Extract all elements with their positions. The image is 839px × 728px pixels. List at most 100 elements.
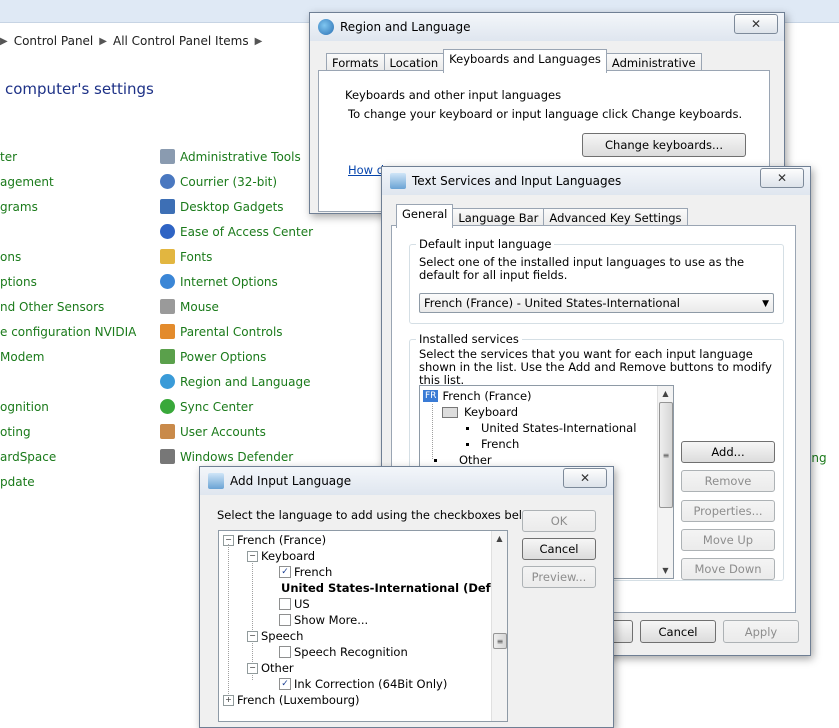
cp-item-internet-options[interactable]: Internet Options (160, 274, 278, 289)
cp-item-left-10[interactable]: oting (0, 425, 31, 439)
tab-keyboards-languages[interactable]: Keyboards and Languages (443, 49, 607, 73)
cancel-button[interactable]: Cancel (522, 538, 596, 560)
cp-item-left-5[interactable]: ptions (0, 275, 37, 289)
region-title: Region and Language (340, 20, 471, 34)
apply-button[interactable]: Apply (723, 620, 799, 643)
keyboards-group-title: Keyboards and other input languages (345, 88, 562, 102)
tree-item-french-france[interactable]: − French (France) (223, 533, 326, 547)
cp-item-region-language[interactable]: Region and Language (160, 374, 311, 389)
page-title: computer's settings (5, 80, 154, 98)
text-services-cancel-button[interactable]: Cancel (640, 620, 716, 643)
cp-item-left-11[interactable]: ardSpace (0, 450, 56, 464)
chevron-right-icon: ▶ (0, 35, 8, 47)
chevron-down-icon: ▼ (762, 299, 769, 309)
cp-item-fonts[interactable]: Fonts (160, 249, 212, 264)
add-button[interactable]: Add... (681, 441, 775, 463)
courrier-icon (160, 174, 175, 189)
cp-item-left-4[interactable]: ons (0, 250, 21, 264)
chevron-right-icon: ▶ (254, 35, 263, 47)
keyboards-group: Keyboards and other input languages To c… (336, 88, 756, 175)
tree-item-kb-french[interactable]: ✓ French (279, 565, 332, 579)
keyboard-icon (208, 473, 224, 489)
move-down-button[interactable]: Move Down (681, 558, 775, 580)
cp-item-left-9[interactable]: ognition (0, 400, 49, 414)
move-up-button[interactable]: Move Up (681, 529, 775, 551)
tree-item-kb-show-more[interactable]: Show More... (279, 613, 368, 627)
cp-item-left-2[interactable]: agement (0, 175, 54, 189)
tree-item-other[interactable]: Other (434, 453, 492, 467)
globe-icon (160, 374, 175, 389)
tree-item-kb-us[interactable]: US (279, 597, 310, 611)
cp-item-left-3[interactable]: grams (0, 200, 38, 214)
installed-tree-scrollbar[interactable]: ▲ ≡ ▼ (657, 386, 673, 578)
tree-item-keyboard[interactable]: Keyboard (442, 405, 518, 419)
cp-item-left-8[interactable]: Modem (0, 350, 44, 364)
tree-item-speech-recognition[interactable]: Speech Recognition (279, 645, 408, 659)
cp-item-left-6[interactable]: nd Other Sensors (0, 300, 104, 314)
checkbox-unchecked[interactable] (279, 646, 291, 658)
scroll-up-icon[interactable]: ▲ (658, 386, 673, 401)
cp-item-left-7[interactable]: e configuration NVIDIA (0, 325, 136, 339)
cp-item-left-12[interactable]: pdate (0, 475, 35, 489)
tree-item-french-france[interactable]: FR French (France) (423, 389, 532, 403)
language-tree-scrollbar[interactable]: ▲ ≡ (491, 531, 507, 721)
checkbox-checked[interactable]: ✓ (279, 566, 291, 578)
scroll-thumb[interactable]: ≡ (493, 633, 507, 649)
cp-item-ease-of-access[interactable]: Ease of Access Center (160, 224, 313, 239)
cp-item-sync-center[interactable]: Sync Center (160, 399, 253, 414)
expand-icon[interactable]: + (223, 694, 234, 706)
tree-item-us-international[interactable]: United States-International (466, 421, 636, 435)
default-language-select[interactable]: French (France) - United States-Internat… (419, 293, 774, 313)
checkbox-unchecked[interactable] (279, 614, 291, 626)
tree-item-kb-us-international[interactable]: United States-International (Default) (281, 581, 507, 595)
installed-services-title: Installed services (416, 332, 522, 346)
cp-item-mouse[interactable]: Mouse (160, 299, 219, 314)
tree-item-speech[interactable]: − Speech (247, 629, 303, 643)
parental-controls-icon (160, 324, 175, 339)
tree-line (228, 544, 229, 704)
cp-item-windows-defender[interactable]: Windows Defender (160, 449, 293, 464)
text-services-titlebar: Text Services and Input Languages (382, 167, 810, 195)
keyboards-instruction: To change your keyboard or input languag… (348, 107, 743, 121)
remove-button[interactable]: Remove (681, 470, 775, 492)
scroll-thumb[interactable]: ≡ (659, 402, 673, 508)
change-keyboards-button[interactable]: Change keyboards... (582, 133, 746, 157)
tree-item-french-luxembourg[interactable]: + French (Luxembourg) (223, 693, 360, 707)
breadcrumb-all-items[interactable]: All Control Panel Items (113, 34, 249, 48)
cp-item-desktop-gadgets[interactable]: Desktop Gadgets (160, 199, 284, 214)
ease-of-access-icon (160, 224, 175, 239)
scroll-down-icon[interactable]: ▼ (658, 563, 673, 578)
tree-item-ink-correction[interactable]: ✓ Ink Correction (64Bit Only) (279, 677, 447, 691)
text-services-close-button[interactable]: ✕ (760, 168, 804, 188)
region-close-button[interactable]: ✕ (734, 14, 778, 34)
checkbox-unchecked[interactable] (279, 598, 291, 610)
checkbox-checked[interactable]: ✓ (279, 678, 291, 690)
add-language-close-button[interactable]: ✕ (563, 468, 607, 488)
tree-item-french-layout[interactable]: French (466, 437, 519, 451)
language-tree[interactable]: − French (France) − Keyboard ✓ French Un… (218, 530, 508, 722)
keyboard-icon (390, 173, 406, 189)
collapse-icon[interactable]: − (247, 630, 258, 642)
tab-general[interactable]: General (396, 204, 454, 228)
region-help-link[interactable]: How d (348, 163, 384, 177)
fr-badge: FR (423, 390, 439, 402)
gadgets-icon (160, 199, 175, 214)
cp-item-power-options[interactable]: Power Options (160, 349, 266, 364)
properties-button[interactable]: Properties... (681, 500, 775, 522)
breadcrumb-control-panel[interactable]: Control Panel (14, 34, 94, 48)
cp-item-parental-controls[interactable]: Parental Controls (160, 324, 283, 339)
bullet-icon (466, 442, 469, 446)
collapse-icon[interactable]: − (247, 662, 258, 674)
scroll-up-icon[interactable]: ▲ (492, 531, 507, 546)
admin-tools-icon (160, 149, 175, 164)
ok-button[interactable]: OK (522, 510, 596, 532)
cp-item-courrier[interactable]: Courrier (32-bit) (160, 174, 277, 189)
preview-button[interactable]: Preview... (522, 566, 596, 588)
cp-item-administrative-tools[interactable]: Administrative Tools (160, 149, 301, 164)
tree-item-keyboard[interactable]: − Keyboard (247, 549, 315, 563)
cp-item-user-accounts[interactable]: User Accounts (160, 424, 266, 439)
cp-item-left-1[interactable]: ter (0, 150, 17, 164)
collapse-icon[interactable]: − (247, 550, 258, 562)
tree-item-other[interactable]: − Other (247, 661, 294, 675)
breadcrumb[interactable]: ▶ Control Panel ▶ All Control Panel Item… (0, 30, 268, 52)
